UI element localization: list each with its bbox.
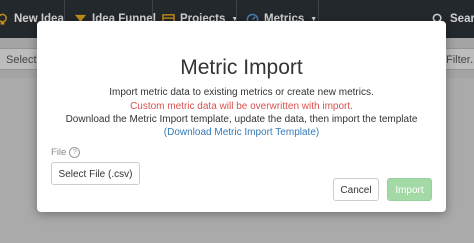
question-circle-icon[interactable]: ? xyxy=(69,147,81,158)
file-label-text: File xyxy=(51,147,67,158)
metric-import-modal: Metric Import Import metric data to exis… xyxy=(37,21,446,212)
link-close-paren: ) xyxy=(315,127,320,138)
select-file-button[interactable]: Select File (.csv) xyxy=(51,162,140,185)
import-button[interactable]: Import xyxy=(387,178,432,201)
download-template-link-label: Download Metric Import Template xyxy=(167,127,316,138)
modal-title: Metric Import xyxy=(180,56,303,79)
download-template-link[interactable]: (Download Metric Import Template) xyxy=(37,127,446,138)
cancel-button[interactable]: Cancel xyxy=(333,178,379,201)
modal-instructions: Download the Metric Import template, upd… xyxy=(65,114,418,125)
file-field-label: File ? xyxy=(51,147,81,158)
modal-description: Import metric data to existing metrics o… xyxy=(109,87,374,98)
modal-warning: Custom metric data will be overwritten w… xyxy=(130,101,353,112)
